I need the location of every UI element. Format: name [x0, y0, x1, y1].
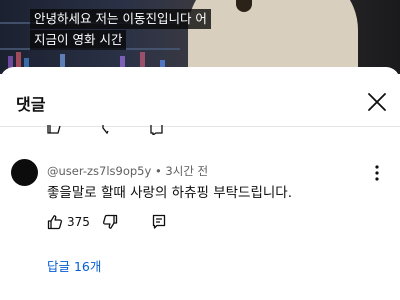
- comment-author[interactable]: @user-zs7ls9op5y: [47, 164, 151, 178]
- reply-button[interactable]: [151, 211, 173, 235]
- comments-panel-title: 댓글: [16, 95, 46, 114]
- reply-icon: [150, 125, 163, 135]
- close-button[interactable]: [366, 91, 388, 113]
- subtitle-line-2: 지금이 영화 시간: [30, 30, 127, 50]
- video-player[interactable]: 안녕하세요 저는 이동진입니다 어 지금이 영화 시간: [0, 0, 400, 74]
- thumbs-up-icon: [47, 125, 61, 134]
- like-button[interactable]: 375: [47, 211, 107, 235]
- dislike-button[interactable]: [102, 211, 124, 235]
- like-count: 375: [67, 215, 90, 229]
- thumbs-down-icon: [102, 125, 109, 135]
- comment-text: 좋을말로 할때 사랑의 하츄핑 부탁드립니다.: [47, 185, 293, 201]
- more-vert-icon: [375, 165, 379, 181]
- comment-meta: @user-zs7ls9op5y • 3시간 전: [47, 163, 208, 179]
- comment-time: 3시간 전: [165, 164, 209, 178]
- close-icon: [368, 93, 386, 111]
- avatar[interactable]: [11, 159, 38, 186]
- speaker-figure: [188, 0, 358, 74]
- thumbs-down-icon: [102, 214, 118, 229]
- comment-menu-button[interactable]: [367, 163, 387, 183]
- comments-panel: 댓글 @user-zs7ls9op5y • 3시간 전 좋을말로 할때 사랑의 …: [0, 67, 400, 300]
- meta-separator: •: [151, 164, 166, 178]
- reply-icon: [152, 214, 166, 229]
- view-replies-link[interactable]: 답글 16개: [47, 256, 101, 275]
- thumbs-up-icon: [47, 215, 63, 230]
- subtitle-line-1: 안녕하세요 저는 이동진입니다 어: [30, 9, 211, 29]
